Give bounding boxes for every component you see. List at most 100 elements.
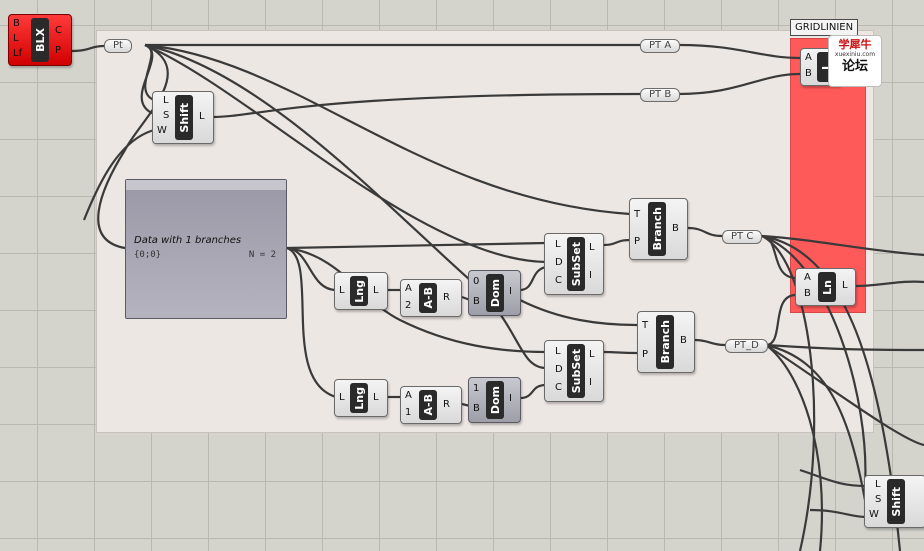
- dom-title: Dom: [486, 381, 504, 419]
- line-output-l[interactable]: L: [842, 280, 848, 292]
- line-input-b[interactable]: B: [805, 68, 812, 80]
- wire: [211, 92, 641, 119]
- wire: [693, 338, 726, 347]
- subset-output-i[interactable]: I: [589, 270, 592, 282]
- wire: [519, 299, 639, 327]
- blx-input-b[interactable]: B: [13, 18, 20, 30]
- blx-output-c[interactable]: C: [55, 25, 62, 37]
- wire: [677, 72, 801, 96]
- shift-component[interactable]: L S W Shift: [864, 475, 924, 528]
- ab-output-r[interactable]: R: [443, 292, 450, 304]
- subset-input-d[interactable]: D: [555, 364, 563, 376]
- branch-input-p[interactable]: P: [634, 236, 640, 248]
- length-component[interactable]: L Lng L: [334, 272, 388, 310]
- wire: [71, 44, 105, 53]
- shift-input-l[interactable]: L: [875, 479, 881, 491]
- subset-output-l[interactable]: L: [589, 349, 595, 361]
- ab-input-a[interactable]: A: [405, 390, 412, 402]
- grasshopper-canvas[interactable]: GRIDLINIEN BLX B L Lf C P Pt PT A PT B P…: [0, 0, 924, 551]
- relay-pt[interactable]: Pt: [104, 39, 132, 53]
- length-component[interactable]: L Lng L: [334, 379, 388, 417]
- shift-component[interactable]: L S W Shift L: [152, 91, 214, 144]
- shift-input-s[interactable]: S: [163, 110, 169, 122]
- domain-component[interactable]: 1 B Dom I: [468, 377, 521, 423]
- domain-component[interactable]: 0 B Dom I: [468, 270, 521, 316]
- panel-count: N = 2: [248, 250, 276, 260]
- wire: [765, 344, 924, 447]
- blx-input-l[interactable]: L: [13, 33, 19, 45]
- shift-input-s[interactable]: S: [875, 494, 881, 506]
- watermark-url: xuexiniu.com: [834, 51, 876, 58]
- lng-input-l[interactable]: L: [339, 392, 345, 404]
- lng-title: Lng: [350, 383, 368, 413]
- subset-output-i[interactable]: I: [589, 377, 592, 389]
- shift-output-l[interactable]: L: [199, 111, 205, 123]
- line-component[interactable]: A B Ln L: [795, 268, 856, 306]
- panel-text: Data with 1 branches: [134, 235, 242, 246]
- subset-input-c[interactable]: C: [555, 382, 562, 394]
- relay-pt-b[interactable]: PT B: [640, 88, 681, 102]
- ab-input-1[interactable]: 1: [405, 407, 411, 419]
- branch-component[interactable]: T P Branch B: [629, 198, 688, 260]
- line-input-a[interactable]: A: [804, 272, 811, 284]
- shift-input-l[interactable]: L: [163, 95, 169, 107]
- dom-input-b[interactable]: B: [473, 296, 480, 308]
- shift-title: Shift: [175, 95, 193, 140]
- watermark-logo: 学犀牛 xuexiniu.com 论坛: [828, 35, 882, 87]
- dom-title: Dom: [486, 274, 504, 312]
- subset-component[interactable]: L D C SubSet L I: [544, 340, 604, 402]
- shift-input-w[interactable]: W: [869, 509, 879, 521]
- subset-input-l[interactable]: L: [555, 239, 561, 251]
- shift-title: Shift: [887, 479, 905, 524]
- panel-header: [126, 180, 286, 190]
- branch-input-t[interactable]: T: [634, 209, 640, 221]
- subset-component[interactable]: L D C SubSet L I: [544, 233, 604, 295]
- subtraction-component[interactable]: A 1 A-B R: [400, 386, 462, 424]
- lng-output-l[interactable]: L: [373, 285, 379, 297]
- wire: [602, 238, 631, 247]
- ab-output-r[interactable]: R: [443, 399, 450, 411]
- branch-title: Branch: [648, 202, 666, 256]
- ab-input-a[interactable]: A: [405, 283, 412, 295]
- subset-input-d[interactable]: D: [555, 257, 563, 269]
- branch-component[interactable]: T P Branch B: [637, 311, 695, 373]
- dom-input-0[interactable]: 0: [473, 276, 479, 288]
- wire: [679, 43, 801, 60]
- blx-input-lf[interactable]: Lf: [13, 48, 22, 60]
- subset-title: SubSet: [567, 344, 585, 398]
- branch-input-p[interactable]: P: [642, 349, 648, 361]
- lng-output-l[interactable]: L: [373, 392, 379, 404]
- lng-title: Lng: [350, 276, 368, 306]
- relay-pt-a[interactable]: PT A: [640, 39, 681, 53]
- branch-output-b[interactable]: B: [680, 335, 687, 347]
- line-input-b[interactable]: B: [804, 288, 811, 300]
- line-title: Ln: [818, 272, 836, 302]
- wire: [761, 234, 924, 257]
- ab-input-2[interactable]: 2: [405, 300, 411, 312]
- watermark-subtitle: 论坛: [841, 59, 868, 74]
- subset-input-c[interactable]: C: [555, 275, 562, 287]
- subtraction-component[interactable]: A 2 A-B R: [400, 279, 462, 317]
- branch-input-t[interactable]: T: [642, 320, 648, 332]
- dom-output-i[interactable]: I: [509, 393, 512, 405]
- subset-output-l[interactable]: L: [589, 242, 595, 254]
- lng-input-l[interactable]: L: [339, 285, 345, 297]
- shift-input-w[interactable]: W: [157, 125, 167, 137]
- relay-pt-d[interactable]: PT_D: [725, 339, 768, 353]
- ab-title: A-B: [419, 390, 437, 420]
- subset-input-l[interactable]: L: [555, 346, 561, 358]
- dom-input-b[interactable]: B: [473, 403, 480, 415]
- wire: [286, 241, 547, 250]
- dom-output-i[interactable]: I: [509, 286, 512, 298]
- watermark-title: 学犀牛: [838, 38, 872, 51]
- wire: [687, 226, 723, 238]
- wire: [519, 265, 547, 292]
- dom-input-1[interactable]: 1: [473, 383, 479, 395]
- data-panel[interactable]: Data with 1 branches {0;0} N = 2: [125, 179, 287, 319]
- blx-output-p[interactable]: P: [55, 45, 61, 57]
- relay-pt-c[interactable]: PT C: [722, 230, 763, 244]
- branch-output-b[interactable]: B: [672, 223, 679, 235]
- blx-component[interactable]: BLX B L Lf C P: [8, 14, 72, 66]
- subset-title: SubSet: [567, 237, 585, 291]
- line-input-a[interactable]: A: [805, 52, 812, 64]
